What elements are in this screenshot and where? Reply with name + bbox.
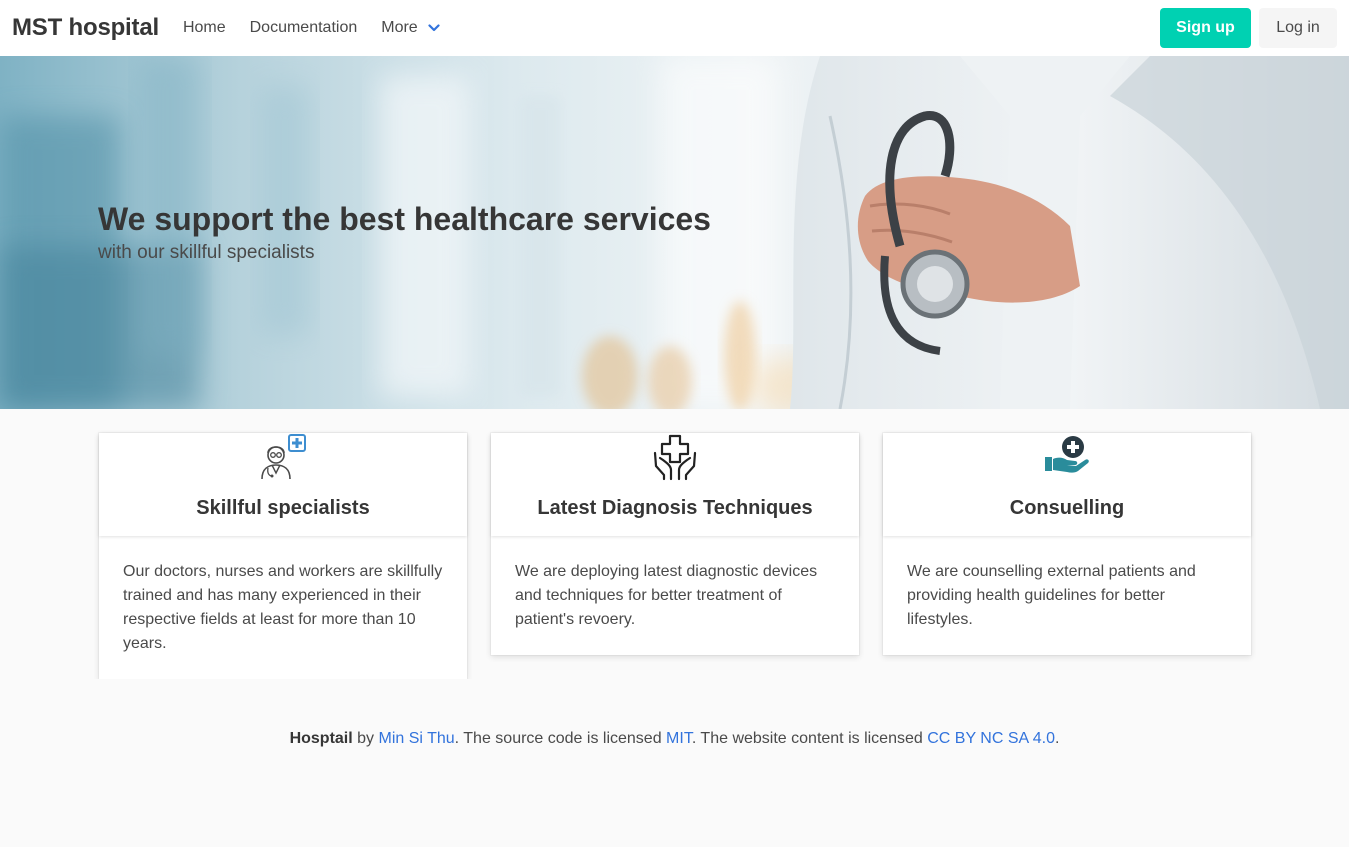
nav-link-documentation[interactable]: Documentation [250,19,358,37]
card-header: Skillful specialists [99,433,467,536]
nav-dropdown-more[interactable]: More [381,19,440,37]
hand-plus-icon [1045,436,1089,473]
signup-button[interactable]: Sign up [1160,8,1251,48]
nav-link-home[interactable]: Home [183,19,226,37]
author-link[interactable]: Min Si Thu [378,730,454,747]
footer-text-by: by [352,730,379,747]
card-header: Consuelling [883,433,1251,536]
card-body: Our doctors, nurses and workers are skil… [123,563,443,652]
hero-title: We support the best healthcare services [98,201,711,237]
footer-credits: Hosptail by Min Si Thu. The source code … [0,730,1349,748]
nav-link-more-label: More [381,19,418,36]
footer-text-content: . The website content is licensed [691,730,928,747]
hero-subtitle: with our skillful specialists [98,242,315,263]
hands-cross-icon [653,434,697,481]
footer: Hosptail by Min Si Thu. The source code … [0,679,1349,847]
feature-card-counselling: Consuelling We are counselling external … [883,433,1251,655]
feature-card-diagnosis: Latest Diagnosis Techniques We are deplo… [491,433,859,655]
doctor-icon [261,434,306,480]
chevron-down-icon [428,24,440,32]
cc-license-link[interactable]: CC BY NC SA 4.0 [927,730,1055,747]
login-button[interactable]: Log in [1259,8,1337,48]
hero-banner: We support the best healthcare services … [0,56,1349,409]
card-body: We are counselling external patients and… [907,563,1196,628]
footer-project-name: Hosptail [289,730,353,747]
card-title: Skillful specialists [196,497,370,519]
card-header: Latest Diagnosis Techniques [491,433,859,536]
footer-text-source: . The source code is licensed [454,730,667,747]
footer-text-end: . [1054,730,1060,747]
mit-license-link[interactable]: MIT [666,730,692,747]
navbar-actions: Sign up Log in [1160,8,1337,48]
card-body: We are deploying latest diagnostic devic… [515,563,818,628]
navbar: MST hospital Home Documentation More Sig… [0,0,1349,56]
card-title: Consuelling [1009,497,1125,519]
card-title: Latest Diagnosis Techniques [537,497,813,519]
brand-logo[interactable]: MST hospital [12,14,159,42]
feature-card-specialists: Skillful specialists Our doctors, nurses… [99,433,467,679]
